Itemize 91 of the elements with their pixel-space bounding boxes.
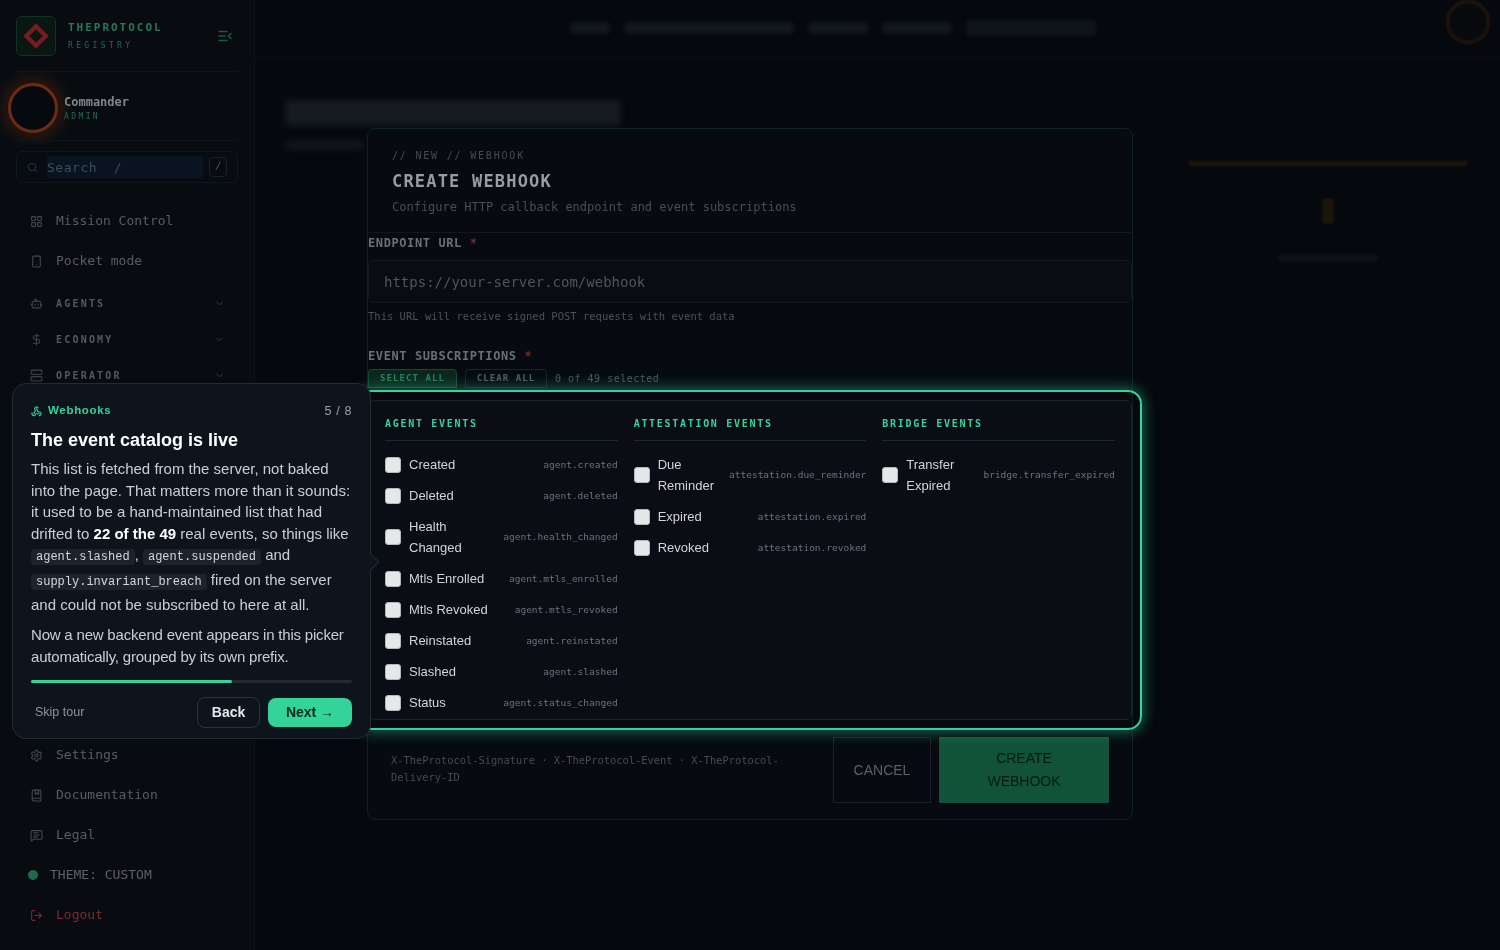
event-label: Mtls Enrolled <box>409 570 486 588</box>
logout-icon <box>30 908 43 922</box>
modal-subtitle: Configure HTTP callback endpoint and event subscriptions <box>392 199 798 215</box>
cancel-button[interactable]: CANCEL <box>833 737 931 803</box>
text-lines-icon <box>30 828 43 842</box>
selection-count: 0 of 49 selected <box>555 372 660 386</box>
search-icon <box>27 161 38 173</box>
step-counter: 5 / 8 <box>324 402 352 420</box>
event-code: attestation.expired <box>757 510 867 523</box>
nav-item[interactable]: Legal <box>16 815 238 855</box>
event-group-title: BRIDGE EVENTS <box>882 417 1115 441</box>
checkbox[interactable] <box>633 467 650 483</box>
checkbox[interactable] <box>385 570 401 587</box>
event-label: Slashed <box>409 663 457 681</box>
event-label: Transfer Expired <box>906 456 956 495</box>
checkbox[interactable] <box>385 601 401 618</box>
user-name: Commander <box>64 94 130 110</box>
nav-item[interactable]: Settings <box>16 735 238 775</box>
checkbox[interactable] <box>633 539 650 556</box>
settings-icon <box>30 748 43 762</box>
event-label: Expired <box>657 508 703 526</box>
event-group-title: ATTESTATION EVENTS <box>633 417 867 441</box>
endpoint-url-input[interactable]: https://your-server.com/webhook <box>368 260 1132 303</box>
nav-section[interactable]: ECONOMY <box>16 321 238 357</box>
logout-item[interactable]: Logout <box>16 895 238 935</box>
field-label: EVENT SUBSCRIPTIONS * <box>368 349 534 363</box>
nav-item[interactable]: Documentation <box>16 775 238 815</box>
skip-tour-link[interactable]: Skip tour <box>35 703 85 723</box>
nav-item[interactable]: Mission Control <box>16 201 238 241</box>
event-group-title: AGENT EVENTS <box>385 417 618 441</box>
event-code: agent.deleted <box>543 489 618 502</box>
inline-code: supply.invariant_breach <box>31 573 207 590</box>
event-code: bridge.transfer_expired <box>983 469 1115 481</box>
checkbox[interactable] <box>633 508 650 525</box>
checkbox[interactable] <box>385 529 401 545</box>
inline-code: agent.slashed <box>31 549 135 566</box>
modal-title: CREATE WEBHOOK <box>392 170 553 193</box>
nav-section[interactable]: AGENTS <box>16 285 238 321</box>
checkbox[interactable] <box>385 632 401 649</box>
event-code: agent.status_changed <box>503 696 618 709</box>
checkbox[interactable] <box>385 456 401 473</box>
event-code: agent.reinstated <box>526 634 618 647</box>
event-label: Revoked <box>657 539 710 557</box>
event-label: Status <box>409 694 447 712</box>
next-button[interactable]: Next → <box>268 698 352 728</box>
user-role: ADMIN <box>64 112 102 122</box>
event-label: Created <box>409 456 457 474</box>
modal-eyebrow: // NEW // WEBHOOK <box>392 149 526 163</box>
search-input[interactable]: Search / <box>47 156 203 178</box>
dollar-icon <box>30 332 43 346</box>
tour-note: Now a new backend event appears in this picker automatically, grouped by its own prefix. <box>31 625 345 667</box>
event-label: Deleted <box>409 487 455 505</box>
checkbox[interactable] <box>385 487 401 504</box>
event-code: attestation.due_reminder <box>729 469 867 481</box>
grid-icon <box>30 214 43 228</box>
event-label: Due Reminder <box>657 456 715 495</box>
logo-icon <box>16 16 56 56</box>
brand-name: THEPROTOCOL <box>68 21 163 35</box>
brand-subtitle: REGISTRY <box>68 41 135 51</box>
event-code: attestation.revoked <box>757 541 867 554</box>
checkbox[interactable] <box>385 663 401 680</box>
event-label: Health Changed <box>409 518 463 557</box>
robot-icon <box>30 296 43 310</box>
event-code: agent.slashed <box>543 665 618 678</box>
theme-toggle[interactable]: THEME: CUSTOM <box>16 855 238 895</box>
tour-description: This list is fetched from the server, not baked into the page. That matters more than it sounds: it used to be a hand-maintained list that had drifted to 22 of the 49 real events, so things like agent.slashed , agent.suspended and supply.invariant_breach fired on the server and could not be subscribed to here at all. <box>31 459 352 615</box>
select-all-button[interactable]: SELECT ALL <box>368 369 457 388</box>
event-code: agent.mtls_enrolled <box>509 572 618 585</box>
event-code: agent.created <box>543 458 618 471</box>
event-label: Reinstated <box>409 632 473 650</box>
clear-all-button[interactable]: CLEAR ALL <box>465 369 547 388</box>
webhook-icon <box>31 405 42 417</box>
smartphone-icon <box>30 254 43 268</box>
tour-section-label: Webhooks <box>48 403 112 419</box>
event-code: agent.health_changed <box>503 531 618 543</box>
nav-item[interactable]: Pocket mode <box>16 241 238 281</box>
checkbox[interactable] <box>882 467 899 483</box>
nav-section[interactable]: OPERATOR <box>16 357 238 393</box>
shortcut-key: / <box>209 157 227 177</box>
checkbox[interactable] <box>385 694 401 711</box>
event-label: Mtls Revoked <box>409 601 489 619</box>
inline-code: agent.suspended <box>142 549 261 566</box>
create-webhook-button[interactable]: CREATE WEBHOOK <box>939 737 1109 803</box>
headers-note: X-TheProtocol-Signature · X-TheProtocol-Event · X-TheProtocol-Delivery-ID <box>391 753 780 785</box>
tour-title: The event catalog is live <box>31 429 240 452</box>
back-button[interactable]: Back <box>197 697 260 729</box>
event-code: agent.mtls_revoked <box>514 603 618 616</box>
book-icon <box>30 788 43 802</box>
field-hint: This URL will receive signed POST requests with event data <box>368 310 736 322</box>
server-icon <box>30 368 43 382</box>
field-label: ENDPOINT URL * <box>368 236 479 250</box>
